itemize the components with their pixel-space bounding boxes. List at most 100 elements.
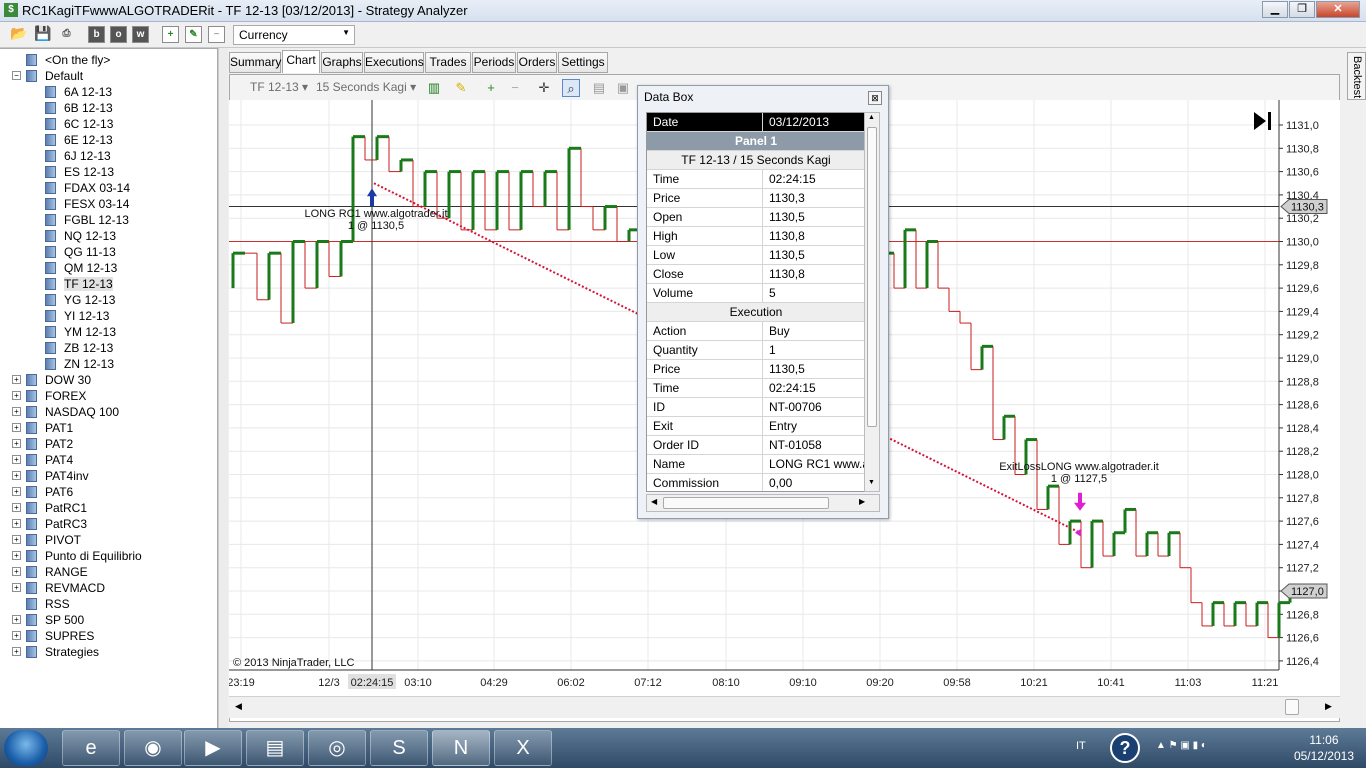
expand-icon[interactable]: + (12, 519, 21, 528)
tree-item[interactable]: QM 12-13 (45, 260, 117, 276)
expand-icon[interactable]: + (12, 391, 21, 400)
expand-icon[interactable]: + (12, 631, 21, 640)
tree-item[interactable]: YI 12-13 (45, 308, 109, 324)
zoom-out-icon[interactable]: − (506, 79, 524, 97)
tree-item[interactable]: NQ 12-13 (45, 228, 116, 244)
language-indicator[interactable]: IT (1076, 740, 1086, 752)
data-box-vscroll[interactable]: ▲ ▼ (864, 112, 880, 492)
ie-icon[interactable]: e (62, 730, 120, 766)
scroll-left-icon[interactable]: ◀ (651, 497, 657, 506)
snapshot-icon[interactable]: ▣ (614, 79, 632, 97)
hscroll-thumb[interactable] (663, 497, 829, 509)
tree-item[interactable]: + PAT4inv (12, 468, 89, 484)
tree-item[interactable]: + PAT6 (12, 484, 73, 500)
tree-item[interactable]: + NASDAQ 100 (12, 404, 119, 420)
tree-item[interactable]: + SUPRES (12, 628, 94, 644)
excel-icon[interactable]: X (494, 730, 552, 766)
tab-periods[interactable]: Periods (472, 52, 516, 73)
tree-item[interactable]: + REVMACD (12, 580, 105, 596)
splitter[interactable] (218, 48, 228, 728)
zoom-in-icon[interactable]: + (482, 79, 500, 97)
start-button[interactable] (4, 730, 48, 766)
tree-item[interactable]: 6C 12-13 (45, 116, 113, 132)
scroll-left-icon[interactable]: ◀ (235, 701, 242, 712)
b-button[interactable]: b (88, 26, 105, 43)
expand-icon[interactable]: + (12, 423, 21, 432)
expand-icon[interactable]: + (12, 407, 21, 416)
bar-type-icon[interactable]: ▥ (425, 79, 443, 97)
tree-item[interactable]: + DOW 30 (12, 372, 91, 388)
instrument-select[interactable]: TF 12-13 ▾ (250, 80, 308, 94)
tree-item[interactable]: YG 12-13 (45, 292, 115, 308)
tray-icons[interactable]: ▲ ⚑ ▣ ▮ ◐ (1156, 740, 1207, 751)
expand-icon[interactable]: + (12, 375, 21, 384)
data-box-hscroll[interactable]: ◀ ▶ (646, 494, 880, 512)
vscroll-thumb[interactable] (867, 127, 877, 427)
tree-item[interactable]: YM 12-13 (45, 324, 116, 340)
save-icon[interactable]: 💾 (34, 26, 51, 43)
tree-item[interactable]: + SP 500 (12, 612, 84, 628)
tree-item[interactable]: + PIVOT (12, 532, 81, 548)
tree-item[interactable]: + PAT2 (12, 436, 73, 452)
tree-item[interactable]: FESX 03-14 (45, 196, 129, 212)
period-select[interactable]: 15 Seconds Kagi ▾ (316, 80, 416, 94)
chart-scrollbar[interactable]: ◀ ▶ (229, 696, 1340, 718)
scroll-down-icon[interactable]: ▼ (868, 479, 875, 486)
collapse-icon[interactable]: − (12, 71, 21, 80)
edit-icon[interactable]: ✎ (185, 26, 202, 43)
maximize-button[interactable]: ❐ (1289, 1, 1315, 18)
expand-icon[interactable]: + (12, 647, 21, 656)
scroll-right-icon[interactable]: ▶ (859, 497, 865, 506)
tree-item[interactable]: QG 11-13 (45, 244, 116, 260)
tree-item[interactable]: FDAX 03-14 (45, 180, 130, 196)
tab-summary[interactable]: Summary (229, 52, 281, 73)
tab-settings[interactable]: Settings (558, 52, 608, 73)
tab-trades[interactable]: Trades (425, 52, 471, 73)
expand-icon[interactable]: + (12, 615, 21, 624)
close-button[interactable]: ✕ (1316, 1, 1360, 18)
data-box-icon[interactable]: ⌕ (562, 79, 580, 97)
tree-item[interactable]: <On the fly> (26, 52, 110, 68)
tree-item[interactable]: 6B 12-13 (45, 100, 113, 116)
tree-item[interactable]: ES 12-13 (45, 164, 114, 180)
pencil-icon[interactable]: ✎ (452, 79, 470, 97)
minimize-button[interactable]: ▁ (1262, 1, 1288, 18)
tree-item[interactable]: ZB 12-13 (45, 340, 113, 356)
tab-executions[interactable]: Executions (364, 52, 424, 73)
expand-icon[interactable]: + (12, 535, 21, 544)
help-icon[interactable]: ? (1110, 733, 1140, 763)
w-button[interactable]: w (132, 26, 149, 43)
tree-item[interactable]: + RANGE (12, 564, 88, 580)
tree-item[interactable]: 6A 12-13 (45, 84, 112, 100)
clock[interactable]: 11:06 05/12/2013 (1294, 732, 1354, 764)
skype-icon[interactable]: S (370, 730, 428, 766)
o-button[interactable]: o (110, 26, 127, 43)
tree-item[interactable]: FGBL 12-13 (45, 212, 129, 228)
expand-icon[interactable]: + (12, 567, 21, 576)
expand-icon[interactable]: + (12, 487, 21, 496)
expand-icon[interactable]: + (12, 503, 21, 512)
data-box-window[interactable]: Data Box ⊠ Date 03/12/2013 Panel 1 TF 12-13… (637, 85, 889, 519)
tree-item[interactable]: 6J 12-13 (45, 148, 111, 164)
tree-item[interactable]: TF 12-13 (45, 276, 113, 292)
tree-item[interactable]: + PatRC1 (12, 500, 87, 516)
crosshair-icon[interactable]: ✛ (535, 79, 553, 97)
properties-icon[interactable]: ▤ (590, 79, 608, 97)
add-icon[interactable]: + (162, 26, 179, 43)
tree-item[interactable]: − Default (12, 68, 83, 84)
print-icon[interactable]: ⎙ (58, 26, 75, 43)
scroll-up-icon[interactable]: ▲ (868, 114, 875, 121)
tab-backtest[interactable]: Backtest (1347, 52, 1366, 100)
expand-icon[interactable]: + (12, 439, 21, 448)
tree-item[interactable]: RSS (26, 596, 70, 612)
scroll-right-icon[interactable]: ▶ (1325, 701, 1332, 712)
expand-icon[interactable]: + (12, 583, 21, 592)
expand-icon[interactable]: + (12, 551, 21, 560)
tree-item[interactable]: + FOREX (12, 388, 86, 404)
tab-chart[interactable]: Chart (282, 50, 320, 73)
expand-icon[interactable]: + (12, 455, 21, 464)
tree-item[interactable]: + PAT1 (12, 420, 73, 436)
currency-select[interactable]: Currency ▼ (233, 25, 355, 45)
tab-graphs[interactable]: Graphs (321, 52, 363, 73)
tree-item[interactable]: + PatRC3 (12, 516, 87, 532)
